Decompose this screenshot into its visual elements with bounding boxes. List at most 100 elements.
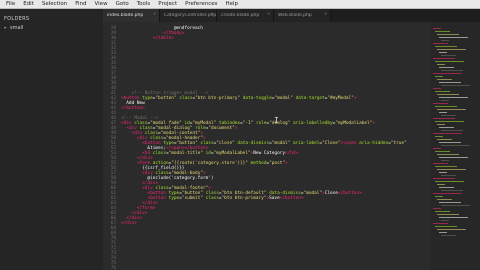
menu-item-help[interactable]: Help (225, 1, 238, 7)
minimap-line (441, 205, 470, 206)
minimap-line (433, 133, 462, 134)
minimap-line (433, 148, 441, 149)
minimap-line (441, 85, 470, 86)
minimap-line (439, 67, 454, 68)
minimap-line (435, 196, 443, 197)
folders-title: FOLDERS (4, 16, 30, 22)
minimap-line (439, 157, 468, 158)
menu-item-goto[interactable]: Goto (116, 1, 129, 7)
minimap-line (439, 172, 447, 173)
minimap-line (433, 88, 441, 89)
tab-label: index.blade.php (107, 13, 144, 18)
menu-item-edit[interactable]: Edit (23, 1, 34, 7)
minimap-line (439, 82, 461, 83)
minimap-line (439, 97, 468, 98)
minimap-line (441, 40, 449, 41)
minimap-line (433, 73, 462, 74)
minimap-line (441, 100, 449, 101)
minimap-line (439, 187, 454, 188)
menu-item-preferences[interactable]: Preferences (185, 1, 217, 7)
minimap-line (441, 190, 463, 191)
tab-0[interactable]: index.blade.php × (103, 9, 160, 22)
minimap-line (441, 115, 456, 116)
minimap-line (435, 31, 450, 32)
tab-1[interactable]: CategoryController.php × (160, 9, 217, 22)
minimap-line (439, 112, 447, 113)
minimap-line (437, 199, 452, 200)
tab-2[interactable]: create.blade.php × (217, 9, 274, 22)
menu-item-selection[interactable]: Selection (42, 1, 67, 7)
minimap-line (437, 229, 466, 230)
minimap-line (441, 175, 456, 176)
minimap-line (435, 61, 464, 62)
mouse-cursor-icon: I (274, 116, 279, 125)
minimap-line (437, 214, 459, 215)
tab-label: CategoryController.php (164, 13, 216, 18)
minimap-line (437, 64, 445, 65)
tab-label: create.blade.php (221, 13, 260, 18)
close-tab-icon[interactable]: × (267, 12, 270, 17)
minimap-line (441, 130, 463, 131)
tab-bar: index.blade.php × CategoryController.php × c… (103, 9, 480, 22)
minimap-line (433, 103, 448, 104)
minimap-line (433, 178, 455, 179)
minimap-line (439, 52, 447, 53)
minimap-line (435, 211, 450, 212)
sidebar: FOLDERS ▸ small (0, 9, 103, 270)
minimap[interactable] (430, 22, 480, 270)
minimap-line (439, 127, 454, 128)
minimap-line (437, 94, 459, 95)
minimap-line (439, 232, 447, 233)
minimap-line (437, 154, 459, 155)
minimap-line (435, 76, 443, 77)
code-line: </div> (121, 221, 137, 226)
minimap-line (435, 166, 457, 167)
minimap-line (439, 37, 468, 38)
minimap-line (435, 91, 450, 92)
menu-bar: File Edit Selection Find View Goto Tools Projec… (0, 0, 480, 9)
minimap-line (437, 79, 452, 80)
minimap-line (437, 139, 452, 140)
minimap-line (439, 217, 468, 218)
line-number: 76 (110, 266, 116, 270)
minimap-line (433, 223, 448, 224)
minimap-line (437, 184, 445, 185)
minimap-line (441, 160, 449, 161)
folder-name: small (10, 25, 24, 31)
minimap-line (437, 49, 466, 50)
minimap-line (435, 121, 464, 122)
code-editor[interactable]: 28 @endforeach 29 </tbody> 30 </table> 31 32… (103, 22, 430, 270)
minimap-line (435, 46, 457, 47)
close-tab-icon[interactable]: × (153, 12, 156, 17)
minimap-line (435, 151, 450, 152)
minimap-line (441, 55, 456, 56)
close-tab-icon[interactable]: × (324, 12, 327, 17)
folder-item[interactable]: ▸ small (0, 22, 103, 31)
menu-item-view[interactable]: View (95, 1, 108, 7)
tab-3[interactable]: Web.blade.php × (274, 9, 331, 22)
menu-item-file[interactable]: File (6, 1, 15, 7)
menu-item-project[interactable]: Project (158, 1, 177, 7)
close-tab-icon[interactable]: × (210, 12, 213, 17)
code-line: </button> (121, 106, 145, 111)
minimap-line (435, 226, 457, 227)
folder-expand-icon[interactable]: ▸ (4, 25, 7, 31)
minimap-line (437, 34, 459, 35)
code-line: </table> (152, 36, 174, 41)
minimap-line (441, 235, 456, 236)
minimap-line (433, 208, 441, 209)
minimap-line (435, 136, 443, 137)
minimap-line (441, 70, 463, 71)
menu-item-find[interactable]: Find (75, 1, 86, 7)
code-line: <button type="button" class="btn btn-pri… (121, 96, 357, 101)
minimap-line (433, 163, 448, 164)
minimap-line (439, 142, 461, 143)
minimap-line (437, 109, 466, 110)
menu-item-tools[interactable]: Tools (137, 1, 151, 7)
minimap-line (441, 145, 470, 146)
minimap-line (433, 193, 462, 194)
tab-label: Web.blade.php (278, 13, 312, 18)
minimap-line (437, 124, 445, 125)
minimap-line (433, 43, 448, 44)
minimap-line (433, 58, 455, 59)
